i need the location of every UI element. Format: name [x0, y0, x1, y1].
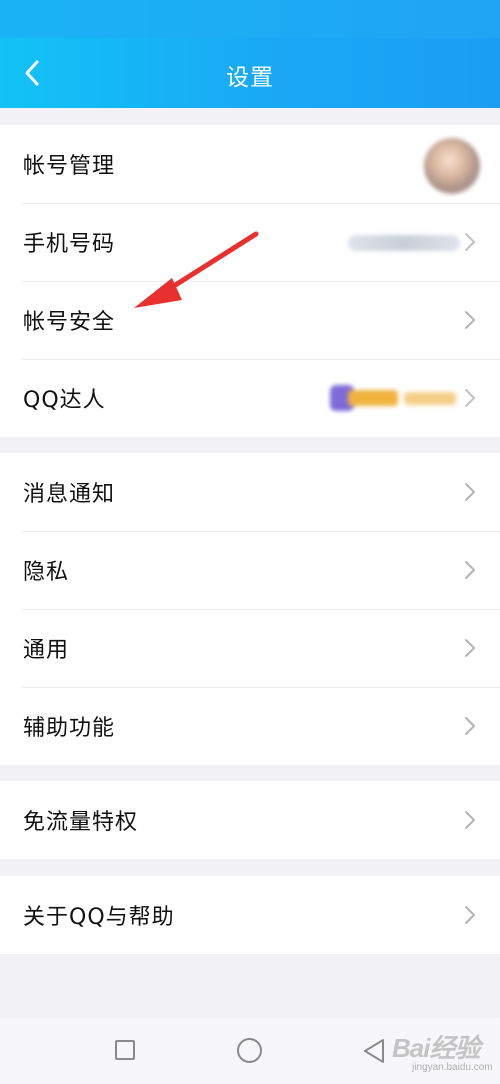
row-label: 隐私 [23, 560, 70, 585]
chevron-right-icon [465, 811, 475, 829]
settings-row-qq-expert[interactable]: QQ达人 [0, 359, 500, 437]
settings-row-account-management[interactable]: 帐号管理 [0, 125, 500, 203]
row-label: 消息通知 [23, 482, 116, 507]
chevron-right-icon [465, 389, 475, 407]
settings-row-accessibility[interactable]: 辅助功能 [0, 687, 500, 765]
watermark: Bai经验 jingyan.baidu.com [392, 1024, 493, 1078]
page-title: 设置 [226, 65, 274, 91]
header: 设置 [0, 38, 500, 108]
vip-badge [330, 385, 458, 411]
settings-row-privacy[interactable]: 隐私 [0, 531, 500, 609]
watermark-logo: Bai经验 [392, 1033, 480, 1063]
status-bar [0, 0, 500, 38]
chevron-right-icon [465, 906, 475, 924]
chevron-right-icon [465, 483, 475, 501]
about-group: 关于QQ与帮助 [0, 876, 500, 954]
row-label: 通用 [23, 638, 70, 663]
blurred-phone-number [348, 235, 460, 251]
avatar [424, 138, 480, 194]
settings-row-general[interactable]: 通用 [0, 609, 500, 687]
row-label: 免流量特权 [23, 810, 139, 835]
watermark-url: jingyan.baidu.com [412, 1062, 493, 1073]
chevron-right-icon [465, 561, 475, 579]
settings-row-about-help[interactable]: 关于QQ与帮助 [0, 876, 500, 954]
row-label: 辅助功能 [23, 716, 116, 741]
chevron-right-icon [465, 639, 475, 657]
back-triangle-icon[interactable] [362, 1038, 386, 1064]
general-group: 消息通知 隐私 通用 辅助功能 [0, 453, 500, 765]
row-label: QQ达人 [23, 388, 106, 413]
home-icon[interactable] [237, 1038, 262, 1063]
row-label: 帐号管理 [23, 154, 116, 179]
settings-row-data-free-privilege[interactable]: 免流量特权 [0, 781, 500, 859]
row-label: 帐号安全 [23, 310, 116, 335]
settings-row-notifications[interactable]: 消息通知 [0, 453, 500, 531]
chevron-right-icon [465, 717, 475, 735]
data-free-group: 免流量特权 [0, 781, 500, 859]
recent-apps-icon[interactable] [115, 1040, 135, 1060]
row-label: 手机号码 [23, 232, 116, 257]
row-label: 关于QQ与帮助 [23, 905, 175, 930]
chevron-right-icon [465, 311, 475, 329]
chevron-right-icon [465, 233, 475, 251]
red-arrow-icon [134, 231, 259, 308]
